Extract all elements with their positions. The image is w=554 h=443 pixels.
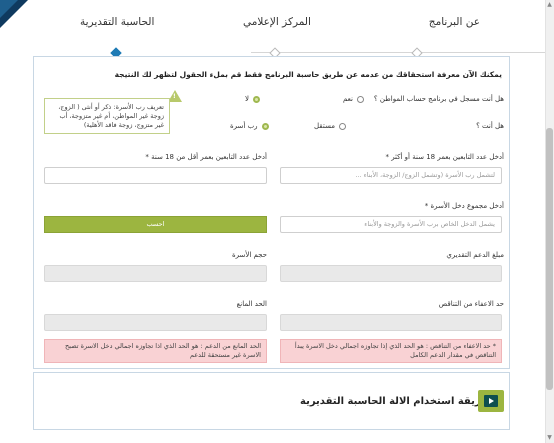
radio-yes-label: نعم <box>343 95 353 103</box>
tab-about[interactable]: عن البرنامج <box>429 16 480 28</box>
exemption-limit-label: حد الاعفاء من التناقص <box>438 300 504 308</box>
tab-progress-line <box>251 52 554 53</box>
radio-yes-circle[interactable] <box>356 95 364 103</box>
radio-no-circle[interactable] <box>253 95 260 103</box>
head-of-family-tooltip: تعريف رب الأسرة: ذكر أو أنثى ( الزوج، زو… <box>44 98 170 134</box>
step-tabs: عن البرنامج المركز الإعلامي الحاسبة التق… <box>40 12 510 42</box>
family-size-label: حجم الأسرة <box>231 251 267 259</box>
tab-media-center[interactable]: المركز الإعلامي <box>243 16 311 28</box>
scroll-thumb[interactable] <box>546 128 553 390</box>
estimated-support-label: مبلغ الدعم التقديري <box>446 251 504 259</box>
scroll-up-arrow-icon[interactable]: ▲ <box>546 1 553 9</box>
dependents-over-18-label: أدخل عدد التابعين بعمر 18 سنة أو أكثر * <box>385 153 504 161</box>
radio-no-label: لا <box>245 95 249 103</box>
radio-independent-circle[interactable] <box>338 122 346 130</box>
dependents-over-18-input[interactable]: لتشمل رب الأسرة (وتشمل الزوج/ الزوجة، ال… <box>280 167 502 184</box>
family-size-output <box>44 265 267 282</box>
exemption-note: * حد الاعفاء من التناقص : هو الحد الذي إ… <box>280 339 502 363</box>
radio-registered-no[interactable]: لا <box>245 95 260 103</box>
radio-registered-yes[interactable]: نعم <box>343 95 364 103</box>
dependents-under-18-label: أدخل عدد التابعين بعمر أقل من 18 سنة * <box>145 153 267 161</box>
max-limit-output <box>44 314 267 331</box>
calculate-button[interactable]: احسب <box>44 216 267 233</box>
radio-head-label: رب أسرة <box>230 122 258 130</box>
warning-icon: ! <box>168 90 182 102</box>
intro-text: يمكنك الآن معرفة استحقاقك من عدمه عن طري… <box>114 70 502 79</box>
registered-question-label: هل أنت مسجل في برنامج حساب المواطن ؟ <box>373 95 504 103</box>
play-triangle-icon <box>489 398 494 404</box>
corner-decoration-inner <box>0 0 18 18</box>
radio-independent[interactable]: مستقل <box>314 122 346 130</box>
family-income-input[interactable]: يشمل الدخل الخاص برب الأسرة والزوجة والأ… <box>280 216 502 233</box>
exemption-limit-output <box>280 314 502 331</box>
scroll-down-arrow-icon[interactable]: ▼ <box>546 434 553 442</box>
radio-independent-label: مستقل <box>314 122 335 130</box>
dependents-under-18-input[interactable] <box>44 167 267 184</box>
max-limit-label: الحد المانع <box>236 300 267 308</box>
tab-calculator[interactable]: الحاسبة التقديرية <box>80 16 154 28</box>
video-title[interactable]: طريقة استخدام الالة الحاسبة التقديرية <box>300 396 491 407</box>
max-limit-note: الحد المانع من الدعم : هو الحد الذي اذا … <box>44 339 267 363</box>
family-income-label: أدخل مجموع دخل الأسرة * <box>424 202 504 210</box>
video-play-icon[interactable] <box>478 390 504 412</box>
radio-head-of-family[interactable]: رب أسرة <box>230 122 269 130</box>
estimated-support-output <box>280 265 502 282</box>
scrollbar[interactable]: ▲ ▼ <box>545 0 554 443</box>
household-type-label: هل أنت ؟ <box>476 122 504 130</box>
radio-head-circle[interactable] <box>261 122 269 130</box>
